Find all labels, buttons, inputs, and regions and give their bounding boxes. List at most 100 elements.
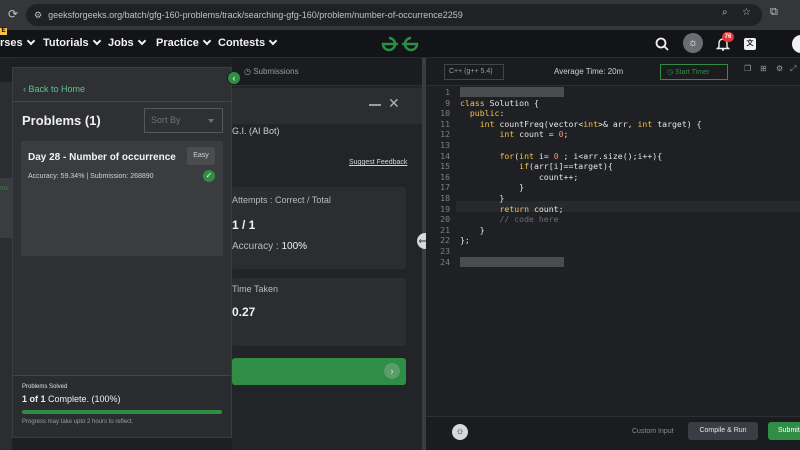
attempts-value: 1 / 1 xyxy=(232,218,256,232)
code-line[interactable]: } xyxy=(460,182,524,192)
progress-fill xyxy=(22,410,222,414)
code-line[interactable]: return count; xyxy=(460,204,563,214)
chevron-down-icon xyxy=(26,36,35,46)
problems-drawer: ‹ Back to Home Problems (1) Sort By Day … xyxy=(12,67,232,438)
line-number: 11 xyxy=(440,118,450,129)
time-taken-value: 0.27 xyxy=(232,305,256,319)
copy-icon[interactable]: ❐ xyxy=(744,64,751,73)
line-number: 9 xyxy=(445,97,450,108)
time-taken-label: Time Taken xyxy=(232,284,279,294)
gfg-logo-icon[interactable] xyxy=(380,35,420,53)
nav-item-practice[interactable]: Practice xyxy=(156,36,212,49)
problem-stats: Accuracy: 59.34% | Submission: 268890 xyxy=(28,173,154,180)
average-time: Average Time: 20m xyxy=(554,67,624,76)
line-number: 14 xyxy=(440,150,450,161)
code-line[interactable]: public: xyxy=(460,108,505,118)
clock-icon: ◷ xyxy=(244,67,251,76)
custom-input-toggle[interactable]: Custom Input xyxy=(632,428,674,435)
chevron-down-icon xyxy=(137,36,146,46)
compile-run-button[interactable]: Compile & Run xyxy=(688,422,758,440)
problems-solved-footer: Problems Solved 1 of 1 Complete. (100%) … xyxy=(13,375,231,437)
gia-bot-label: G.I. (AI Bot) xyxy=(232,126,280,136)
line-number: 19 xyxy=(440,203,450,214)
code-line[interactable]: // code here xyxy=(460,214,558,224)
chevron-down-icon xyxy=(208,119,214,123)
reset-icon[interactable]: ⊞ xyxy=(760,64,767,73)
sort-by-select[interactable]: Sort By xyxy=(144,108,223,133)
code-line[interactable]: if(arr[i]==target){ xyxy=(460,161,613,171)
back-to-home-link[interactable]: ‹ Back to Home xyxy=(23,84,85,94)
search-icon[interactable] xyxy=(655,37,669,51)
browser-toolbar: ⟳ ⚙ geeksforgeeks.org/batch/gfg-160-prob… xyxy=(0,0,800,30)
line-number: 24 xyxy=(440,256,450,267)
problem-result-panel: ◷ Submissions ✕ G.I. (AI Bot) Suggest Fe… xyxy=(232,58,422,450)
problem-card[interactable]: Day 28 - Number of occurrence Easy Accur… xyxy=(21,141,223,256)
editor-settings-icon[interactable]: ☼ xyxy=(452,424,468,440)
submit-button[interactable]: Submit xyxy=(768,422,800,440)
divider xyxy=(13,101,231,102)
editor-footer: ☼ Custom Input Compile & Run Submit xyxy=(426,416,800,450)
notification-badge: 76 xyxy=(722,32,734,42)
line-number: 22 xyxy=(440,235,450,246)
suggest-feedback-link[interactable]: Suggest Feedback xyxy=(349,159,407,166)
line-number: 17 xyxy=(440,182,450,193)
accuracy-stat: Accuracy : 100% xyxy=(232,241,308,252)
code-line[interactable]: // } Driver Code Ends xyxy=(460,256,564,267)
left-sidebar-strip: ms xyxy=(0,58,12,450)
nav-item-jobs[interactable]: Jobs xyxy=(108,36,146,49)
collapse-drawer-button[interactable]: ‹ xyxy=(227,71,241,85)
code-line[interactable]: }; xyxy=(460,235,470,245)
language-select[interactable]: C++ (g++ 5.4) xyxy=(444,64,504,80)
nav-item-courses[interactable]: rses xyxy=(0,36,35,49)
close-icon[interactable]: ✕ xyxy=(388,96,400,110)
avatar[interactable] xyxy=(792,35,800,53)
problems-title: Problems (1) xyxy=(22,113,101,128)
difficulty-badge: Easy xyxy=(187,147,215,165)
reload-icon[interactable]: ⟳ xyxy=(8,8,18,20)
line-number: 20 xyxy=(440,214,450,225)
bookmark-star-icon[interactable]: ☆ xyxy=(742,8,751,18)
editor-toolbar: C++ (g++ 5.4) Average Time: 20m ◷ Start … xyxy=(426,58,800,86)
extensions-icon[interactable]: ⧉ xyxy=(770,7,778,18)
nav-item-tutorials[interactable]: Tutorials xyxy=(43,36,101,49)
problems-solved-label: Problems Solved xyxy=(22,384,68,390)
nav-item-contests[interactable]: Contests xyxy=(218,36,278,49)
line-number: 15 xyxy=(440,161,450,172)
line-number: 10 xyxy=(440,108,450,119)
url-text: geeksforgeeks.org/batch/gfg-160-problems… xyxy=(48,10,463,20)
theme-toggle-icon[interactable]: ☼ xyxy=(683,33,703,53)
fullscreen-icon[interactable]: ⤢ xyxy=(790,64,796,74)
tab-submissions[interactable]: ◷ Submissions xyxy=(244,67,299,76)
chevron-down-icon xyxy=(268,36,278,46)
line-number: 13 xyxy=(440,140,450,150)
line-number: 23 xyxy=(440,246,450,256)
next-problem-bar[interactable]: › xyxy=(232,358,406,385)
progress-note: Progress may take upto 2 hours to reflec… xyxy=(22,419,134,425)
address-bar[interactable]: ⚙ geeksforgeeks.org/batch/gfg-160-proble… xyxy=(26,4,762,26)
code-line[interactable]: int count = 0; xyxy=(460,129,568,139)
minimize-icon[interactable] xyxy=(369,104,381,106)
gear-icon[interactable]: ⚙ xyxy=(776,64,783,73)
attempts-label: Attempts : Correct / Total xyxy=(232,195,331,205)
code-line[interactable]: } xyxy=(460,225,485,235)
code-line[interactable]: int countFreq(vector<int>& arr, int targ… xyxy=(460,119,702,129)
code-line[interactable]: class Solution { xyxy=(460,98,539,108)
site-nav: E rses Tutorials Jobs Practice Contests … xyxy=(0,28,800,58)
line-number: 18 xyxy=(440,193,450,203)
arrow-right-icon[interactable]: › xyxy=(384,363,400,379)
problem-name[interactable]: Day 28 - Number of occurrence xyxy=(28,152,176,163)
code-line[interactable]: } xyxy=(460,193,504,203)
chevron-down-icon xyxy=(202,36,212,46)
code-line[interactable]: for(int i= 0 ; i<arr.size();i++){ xyxy=(460,151,662,161)
start-timer-button[interactable]: ◷ Start Timer xyxy=(660,64,728,80)
line-number: 12 xyxy=(440,129,450,140)
translate-icon[interactable]: 文 xyxy=(744,38,756,50)
line-number: 21 xyxy=(440,224,450,235)
code-line[interactable]: count++; xyxy=(460,172,578,182)
site-info-icon[interactable]: ⚙ xyxy=(34,10,42,20)
code-area[interactable]: 1 // } Driver Code Ends 9 class Solution {1… xyxy=(426,86,800,416)
strip-label: ms xyxy=(0,186,8,192)
line-number: 16 xyxy=(440,171,450,182)
zoom-icon[interactable]: ⌕ xyxy=(722,8,728,18)
code-line[interactable]: // } Driver Code Ends xyxy=(460,87,564,97)
